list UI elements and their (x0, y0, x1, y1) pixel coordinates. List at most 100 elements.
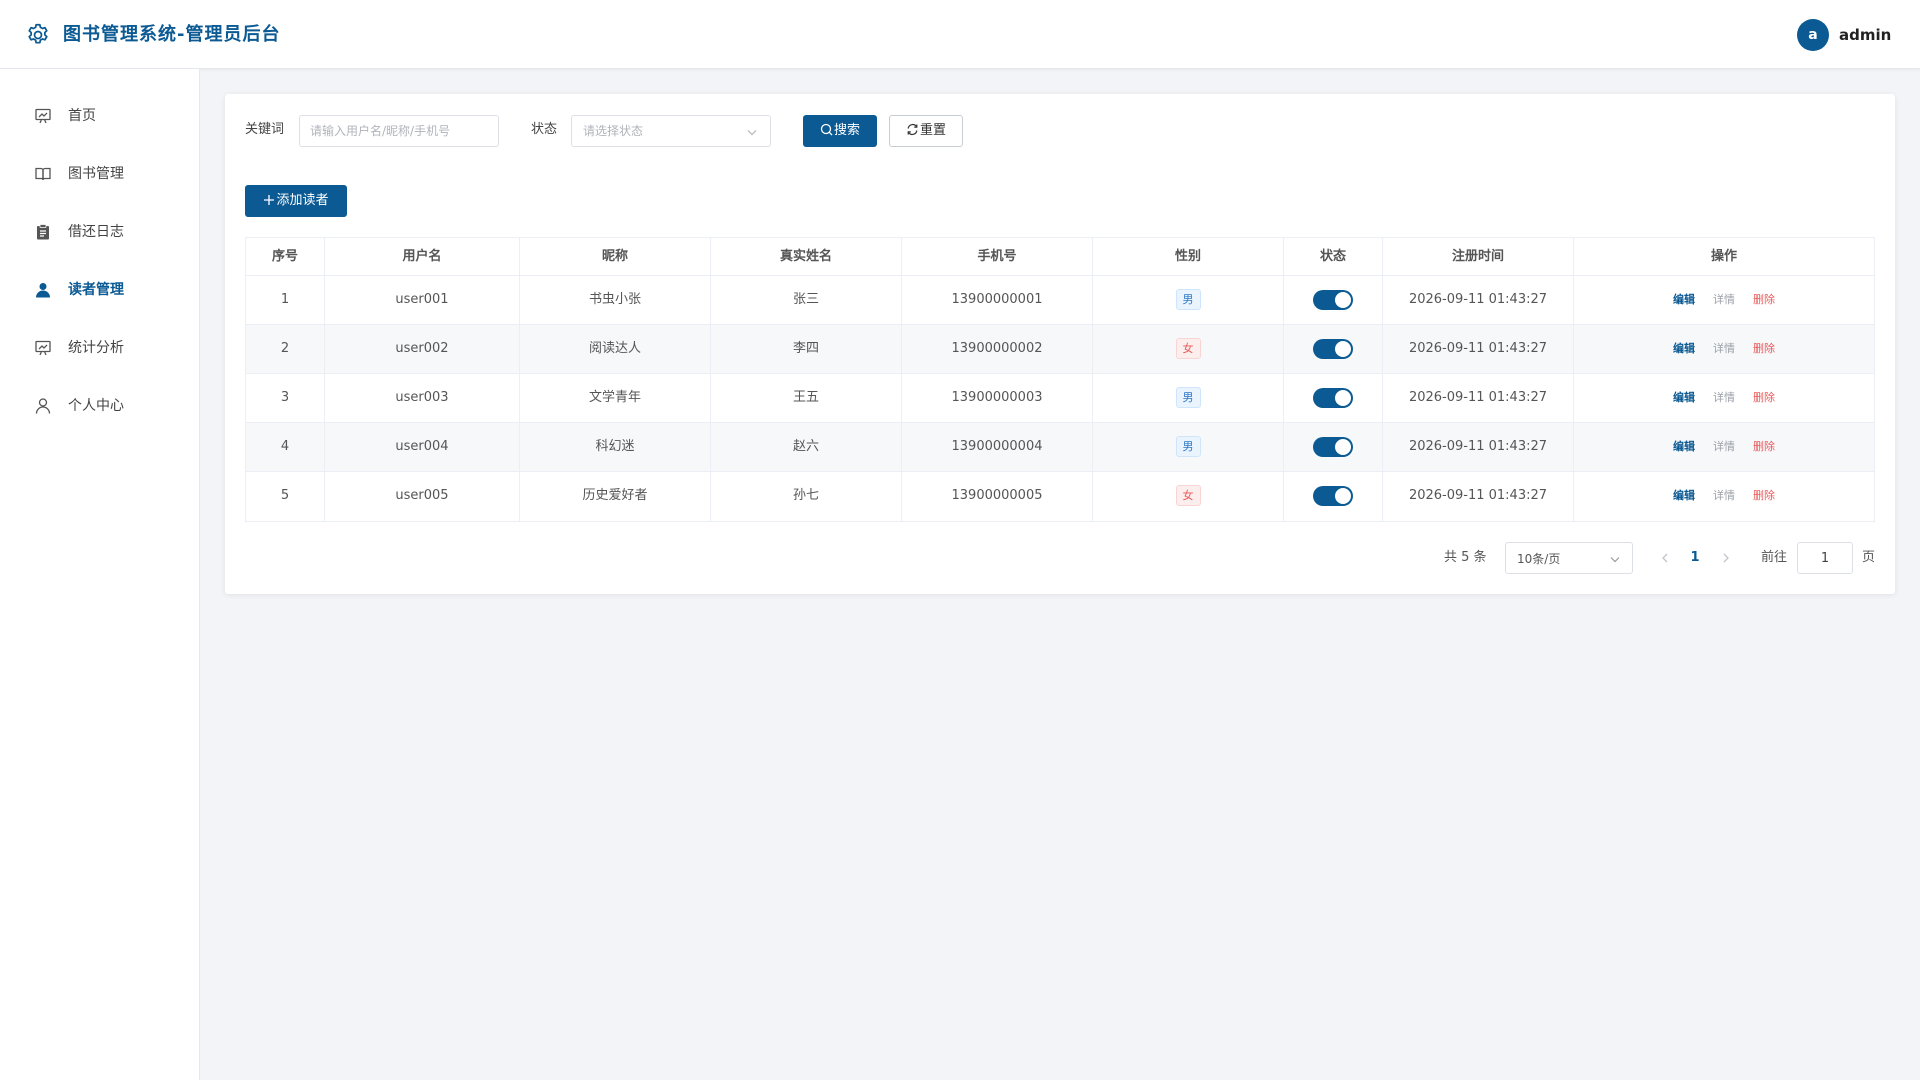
table-row: 3 user003 文学青年 王五 13900000003 男 2026-09-… (246, 374, 1874, 423)
status-toggle[interactable] (1313, 387, 1353, 408)
edit-link[interactable]: 编辑 (1673, 276, 1695, 324)
reset-button-label: 重置 (919, 123, 946, 138)
column-header: 手机号 (902, 238, 1093, 276)
goto-label: 前往 (1761, 550, 1788, 565)
cell-realname: 孙七 (711, 472, 902, 521)
toggle-knob (1335, 487, 1351, 504)
status-toggle[interactable] (1313, 436, 1353, 457)
username-label[interactable]: admin (1839, 25, 1891, 45)
status-toggle[interactable] (1313, 338, 1353, 359)
cell-actions: 编辑 详情 删除 (1574, 472, 1874, 521)
column-header: 序号 (246, 238, 325, 276)
status-toggle[interactable] (1313, 289, 1353, 310)
gender-tag: 女 (1175, 485, 1201, 506)
cell-status (1284, 325, 1383, 374)
cell-index: 3 (246, 374, 325, 423)
cell-gender: 男 (1093, 276, 1284, 325)
user-icon (36, 283, 50, 298)
sidebar-item-profile[interactable]: 个人中心 (0, 377, 199, 435)
cell-actions: 编辑 详情 删除 (1574, 276, 1874, 325)
detail-link[interactable]: 详情 (1713, 472, 1735, 520)
sidebar-item-home[interactable]: 首页 (0, 87, 199, 145)
detail-link[interactable]: 详情 (1713, 423, 1735, 471)
delete-link[interactable]: 删除 (1753, 325, 1775, 373)
cell-registered: 2026-09-11 01:43:27 (1383, 374, 1574, 423)
sidebar-item-readers[interactable]: 读者管理 (0, 261, 199, 319)
cell-realname: 张三 (711, 276, 902, 325)
add-reader-button[interactable]: 添加读者 (245, 185, 347, 217)
edit-link[interactable]: 编辑 (1673, 472, 1695, 520)
table-row: 1 user001 书虫小张 张三 13900000001 男 2026-09-… (246, 276, 1874, 325)
plus-icon (264, 194, 275, 205)
cell-gender: 男 (1093, 423, 1284, 472)
search-button-label: 搜索 (833, 123, 860, 138)
cell-phone: 13900000003 (902, 374, 1093, 423)
sidebar: 首页 图书管理 借还日志 读者管理 统计分析 个人中心 (0, 69, 200, 1080)
cell-registered: 2026-09-11 01:43:27 (1383, 325, 1574, 374)
reset-button[interactable]: 重置 (889, 115, 963, 147)
cell-phone: 13900000004 (902, 423, 1093, 472)
sidebar-item-statistics[interactable]: 统计分析 (0, 319, 199, 377)
edit-link[interactable]: 编辑 (1673, 374, 1695, 422)
search-button[interactable]: 搜索 (803, 115, 877, 147)
sidebar-item-books[interactable]: 图书管理 (0, 145, 199, 203)
cell-actions: 编辑 详情 删除 (1574, 423, 1874, 472)
pagination-total: 共 5 条 (1444, 550, 1487, 565)
column-header: 真实姓名 (711, 238, 902, 276)
cell-nickname: 科幻迷 (520, 423, 711, 472)
keyword-search-input[interactable] (299, 115, 499, 147)
cell-index: 5 (246, 472, 325, 521)
status-select[interactable]: 请选择状态 (571, 115, 771, 147)
toggle-knob (1335, 389, 1351, 406)
search-icon (820, 123, 833, 136)
delete-link[interactable]: 删除 (1753, 374, 1775, 422)
chevron-right-icon[interactable] (1719, 551, 1733, 565)
status-select-placeholder: 请选择状态 (583, 124, 644, 138)
page-size-select[interactable]: 10条/页 (1505, 542, 1633, 574)
cell-actions: 编辑 详情 删除 (1574, 325, 1874, 374)
edit-link[interactable]: 编辑 (1673, 325, 1695, 373)
dashboard-icon (35, 108, 51, 124)
detail-link[interactable]: 详情 (1713, 276, 1735, 324)
cell-nickname: 文学青年 (520, 374, 711, 423)
toggle-knob (1335, 291, 1351, 308)
delete-link[interactable]: 删除 (1753, 472, 1775, 520)
sidebar-item-label: 图书管理 (68, 166, 124, 182)
page-number-current[interactable]: 1 (1688, 548, 1702, 568)
page-size-value: 10条/页 (1517, 552, 1561, 566)
gender-tag: 男 (1175, 436, 1201, 457)
column-header: 用户名 (325, 238, 520, 276)
table-row: 5 user005 历史爱好者 孙七 13900000005 女 2026-09… (246, 472, 1874, 521)
delete-link[interactable]: 删除 (1753, 276, 1775, 324)
cell-gender: 女 (1093, 325, 1284, 374)
cell-registered: 2026-09-11 01:43:27 (1383, 276, 1574, 325)
detail-link[interactable]: 详情 (1713, 325, 1735, 373)
detail-link[interactable]: 详情 (1713, 374, 1735, 422)
table-row: 2 user002 阅读达人 李四 13900000002 女 2026-09-… (246, 325, 1874, 374)
cell-registered: 2026-09-11 01:43:27 (1383, 472, 1574, 521)
cell-phone: 13900000002 (902, 325, 1093, 374)
cell-phone: 13900000005 (902, 472, 1093, 521)
page-suffix-label: 页 (1862, 550, 1876, 565)
cell-status (1284, 374, 1383, 423)
cell-realname: 赵六 (711, 423, 902, 472)
chevron-left-icon[interactable] (1658, 551, 1672, 565)
delete-link[interactable]: 删除 (1753, 423, 1775, 471)
goto-page-input[interactable] (1797, 542, 1853, 574)
edit-link[interactable]: 编辑 (1673, 423, 1695, 471)
table-header-row: 序号 用户名 昵称 真实姓名 手机号 性别 状态 注册时间 操作 (246, 238, 1874, 276)
presentation-icon (35, 340, 51, 356)
gender-tag: 男 (1175, 289, 1201, 310)
sidebar-item-label: 统计分析 (68, 340, 124, 356)
cell-status (1284, 423, 1383, 472)
avatar[interactable]: a (1797, 19, 1829, 51)
column-header: 性别 (1093, 238, 1284, 276)
refresh-icon (907, 123, 918, 136)
status-toggle[interactable] (1313, 485, 1353, 506)
sidebar-item-borrow-log[interactable]: 借还日志 (0, 203, 199, 261)
column-header: 状态 (1284, 238, 1383, 276)
book-icon (35, 167, 51, 181)
cell-realname: 王五 (711, 374, 902, 423)
cell-realname: 李四 (711, 325, 902, 374)
cell-status (1284, 472, 1383, 521)
